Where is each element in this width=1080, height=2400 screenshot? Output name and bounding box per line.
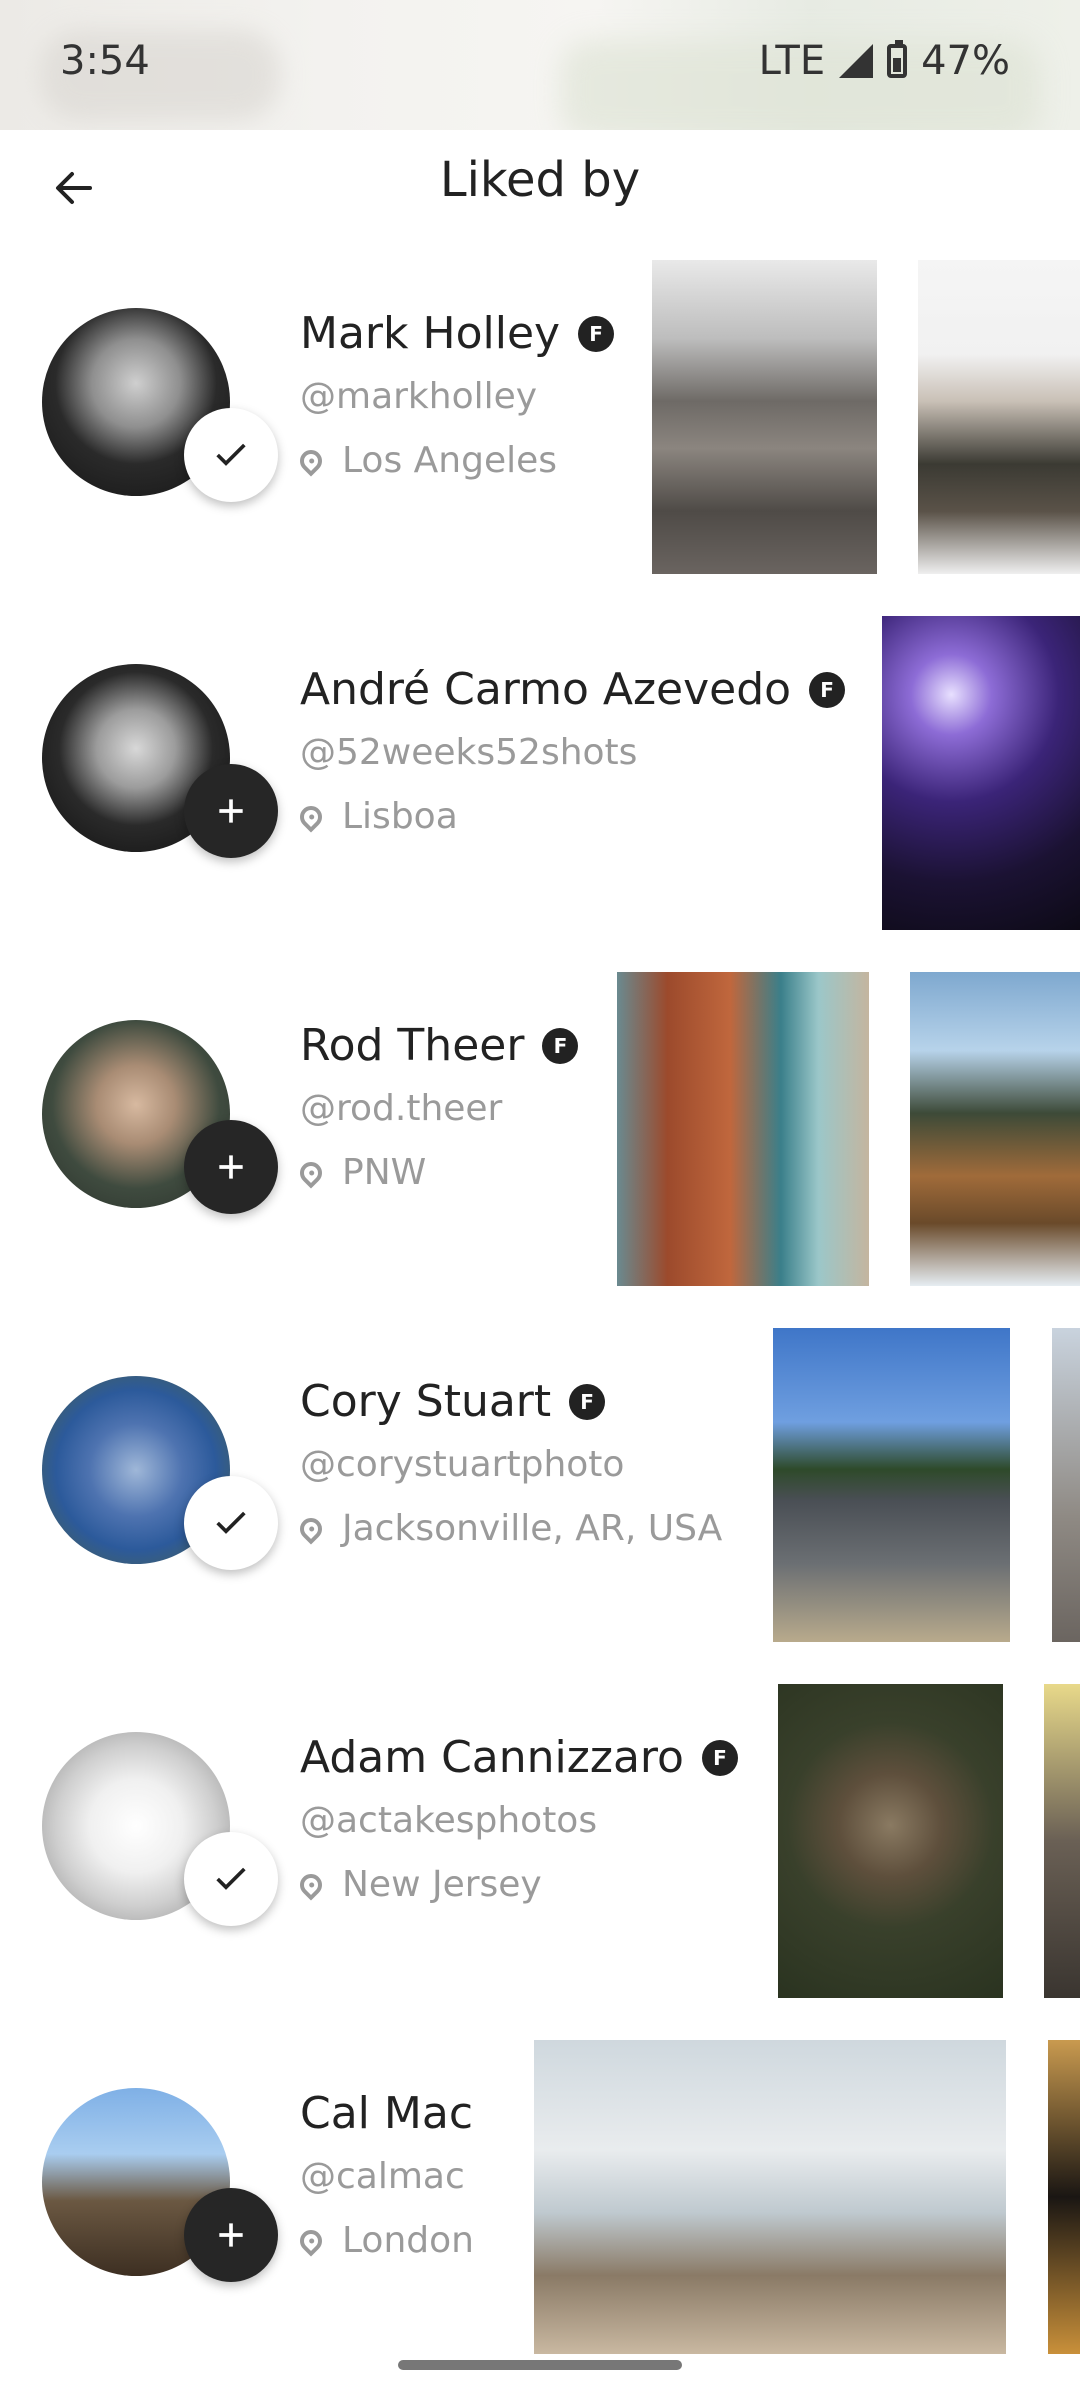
- location-text: Lisboa: [342, 796, 458, 837]
- app-header: Liked by: [0, 130, 1080, 240]
- following-button[interactable]: [184, 1832, 278, 1926]
- featured-badge-icon: F: [578, 315, 615, 352]
- checkmark-icon: [216, 1867, 246, 1890]
- photo-thumbnail[interactable]: [652, 260, 877, 574]
- avatar[interactable]: [42, 1376, 278, 1570]
- featured-badge-icon: F: [701, 1739, 738, 1776]
- home-indicator[interactable]: [398, 2360, 682, 2370]
- user-location: New Jersey: [295, 1864, 542, 1905]
- user-handle: @rod.theer: [300, 1088, 503, 1129]
- location-pin-icon: [295, 1512, 327, 1545]
- user-name-text: Rod Theer: [300, 1020, 525, 1071]
- location-text: New Jersey: [342, 1864, 542, 1905]
- follow-button[interactable]: [184, 2188, 278, 2282]
- following-button[interactable]: [184, 1476, 278, 1570]
- list-item[interactable]: Rod Theer F @rod.theer PNW: [0, 954, 1080, 1310]
- list-item[interactable]: Mark Holley F @markholley Los Angeles: [0, 242, 1080, 598]
- plus-icon: [219, 799, 243, 823]
- featured-badge-icon: F: [809, 671, 846, 708]
- user-handle: @52weeks52shots: [300, 732, 638, 773]
- location-pin-icon: [295, 1156, 327, 1189]
- user-location: Jacksonville, AR, USA: [295, 1508, 723, 1549]
- user-location: PNW: [295, 1152, 427, 1193]
- list-item[interactable]: Cal Mac @calmac London: [0, 2022, 1080, 2378]
- location-text: PNW: [342, 1152, 427, 1193]
- user-name[interactable]: Cory Stuart F: [300, 1376, 606, 1427]
- user-handle: @markholley: [300, 376, 538, 417]
- photo-thumbnail[interactable]: [778, 1684, 1003, 1998]
- location-text: London: [342, 2220, 474, 2261]
- list-item[interactable]: André Carmo Azevedo F @52weeks52shots Lis…: [0, 598, 1080, 954]
- avatar[interactable]: [42, 664, 278, 858]
- user-name[interactable]: Adam Cannizzaro F: [300, 1732, 738, 1783]
- photo-thumbnail[interactable]: [773, 1328, 1010, 1642]
- user-location: Los Angeles: [295, 440, 557, 481]
- list-item[interactable]: Adam Cannizzaro F @actakesphotos New Jers…: [0, 1666, 1080, 2022]
- user-name[interactable]: Cal Mac: [300, 2088, 473, 2139]
- avatar[interactable]: [42, 308, 278, 502]
- photo-thumbnail[interactable]: [617, 972, 869, 1286]
- plus-icon: [219, 2223, 243, 2247]
- avatar[interactable]: [42, 1020, 278, 1214]
- featured-badge-icon: F: [569, 1383, 606, 1420]
- user-name-text: Cal Mac: [300, 2088, 474, 2139]
- signal-icon: [839, 44, 874, 78]
- user-name-text: Adam Cannizzaro: [300, 1732, 684, 1783]
- list-item[interactable]: Cory Stuart F @corystuartphoto Jacksonvil…: [0, 1310, 1080, 1666]
- user-name[interactable]: Rod Theer F: [300, 1020, 579, 1071]
- featured-badge-icon: F: [542, 1027, 579, 1064]
- user-name-text: Cory Stuart: [300, 1376, 552, 1427]
- user-name-text: André Carmo Azevedo: [300, 664, 792, 715]
- location-pin-icon: [295, 1868, 327, 1901]
- user-location: London: [295, 2220, 474, 2261]
- photo-thumbnail[interactable]: [1052, 1328, 1080, 1642]
- follow-button[interactable]: [184, 1120, 278, 1214]
- user-handle: @actakesphotos: [300, 1800, 598, 1841]
- location-text: Jacksonville, AR, USA: [342, 1508, 723, 1549]
- user-name[interactable]: Mark Holley F: [300, 308, 615, 359]
- status-time: 3:54: [60, 38, 150, 84]
- following-button[interactable]: [184, 408, 278, 502]
- network-label: LTE: [758, 38, 826, 84]
- plus-icon: [219, 1155, 243, 1179]
- photo-thumbnail[interactable]: [1048, 2040, 1080, 2354]
- user-name[interactable]: André Carmo Azevedo F: [300, 664, 846, 715]
- photo-thumbnail[interactable]: [534, 2040, 1006, 2354]
- photo-thumbnail[interactable]: [1044, 1684, 1080, 1998]
- battery-icon: [887, 40, 908, 78]
- page-title: Liked by: [439, 152, 641, 208]
- user-handle: @corystuartphoto: [300, 1444, 625, 1485]
- status-bar: 3:54 LTE 47%: [0, 0, 1080, 140]
- battery-percent: 47%: [921, 38, 1010, 84]
- user-location: Lisboa: [295, 796, 458, 837]
- follow-button[interactable]: [184, 764, 278, 858]
- user-handle: @calmac: [300, 2156, 465, 2197]
- location-pin-icon: [295, 800, 327, 833]
- photo-thumbnail[interactable]: [910, 972, 1080, 1286]
- photo-thumbnail[interactable]: [882, 616, 1080, 930]
- avatar[interactable]: [42, 1732, 278, 1926]
- status-indicators: LTE 47%: [759, 38, 1010, 84]
- location-pin-icon: [295, 444, 327, 477]
- checkmark-icon: [216, 443, 246, 466]
- photo-thumbnail[interactable]: [918, 260, 1080, 574]
- location-text: Los Angeles: [342, 440, 557, 481]
- location-pin-icon: [295, 2224, 327, 2257]
- user-name-text: Mark Holley: [300, 308, 561, 359]
- avatar[interactable]: [42, 2088, 278, 2282]
- checkmark-icon: [216, 1511, 246, 1534]
